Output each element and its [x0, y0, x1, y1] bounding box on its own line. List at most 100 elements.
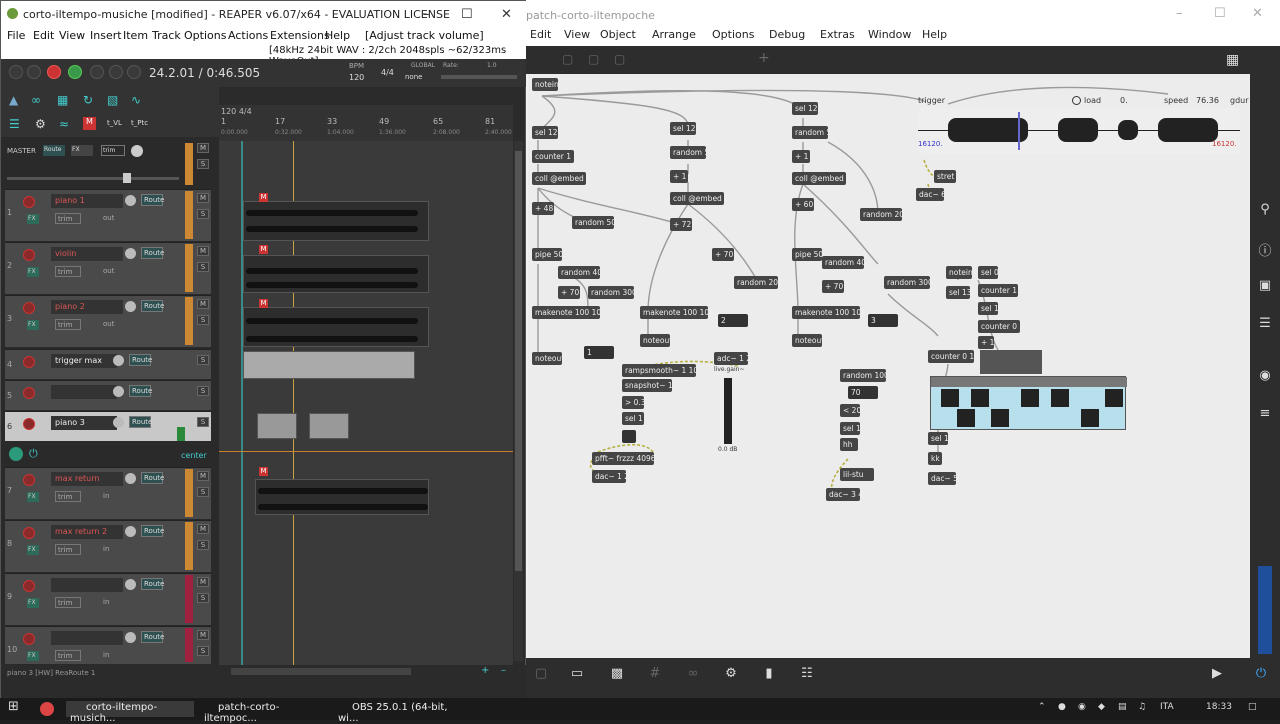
output-label[interactable]: out — [103, 267, 114, 275]
track-row[interactable]: 7 max return Route FX trim in — [5, 467, 211, 519]
audio-play-icon[interactable]: ▶ — [1208, 666, 1226, 684]
mute-button[interactable]: M — [197, 246, 209, 256]
route-button[interactable]: Route — [129, 385, 152, 397]
step-cell[interactable] — [941, 389, 959, 407]
windows-start-icon[interactable]: ⊞ — [8, 699, 19, 714]
fx-button[interactable]: FX — [27, 598, 39, 608]
number-box[interactable]: 70 — [848, 386, 878, 399]
trim-button[interactable]: trim — [55, 544, 81, 555]
shield-icon[interactable]: ◆ — [1098, 702, 1105, 712]
max-object[interactable]: random 300 — [588, 286, 637, 299]
meter-icon[interactable]: ▧ — [107, 93, 118, 107]
route-button[interactable]: Route — [141, 472, 164, 484]
max-object[interactable]: coll @embed 1 — [670, 192, 729, 205]
record-arm-button[interactable] — [23, 302, 35, 314]
wrench-icon[interactable]: ⚙ — [722, 666, 740, 684]
volume-knob[interactable] — [125, 632, 136, 643]
matrix-grid[interactable] — [980, 350, 1042, 374]
record-arm-button[interactable] — [23, 196, 35, 208]
bpm-value[interactable]: 120 — [349, 73, 364, 82]
fx-button[interactable]: FX — [27, 651, 39, 661]
max-object[interactable]: counter 1 5 — [532, 150, 578, 163]
record-arm-button[interactable] — [23, 474, 35, 486]
wave-icon[interactable]: ≈ — [59, 117, 69, 131]
record-arm-button[interactable] — [23, 387, 35, 399]
envelope-icon[interactable]: ∿ — [131, 93, 141, 107]
route-button[interactable]: Route — [141, 525, 164, 537]
track-name[interactable]: violin — [51, 247, 123, 261]
menu-options[interactable]: Options — [712, 28, 754, 41]
trim-button[interactable]: trim — [55, 266, 81, 277]
solo-button[interactable]: S — [197, 262, 209, 272]
search-icon[interactable]: ⚲ — [1257, 202, 1273, 218]
step-cell[interactable] — [1051, 389, 1069, 407]
max-object[interactable]: random 20 — [860, 208, 904, 221]
max-object[interactable]: dac~ 1 2 — [592, 470, 629, 483]
volume-icon[interactable]: ♫ — [1138, 702, 1146, 712]
max-object[interactable]: makenote 100 100 — [532, 306, 606, 319]
max-object[interactable]: makenote 100 100 — [792, 306, 866, 319]
gear-icon[interactable]: ⚙ — [35, 117, 46, 131]
solo-button[interactable]: S — [197, 593, 209, 603]
max-object[interactable]: stret — [934, 170, 956, 183]
menu-actions[interactable]: Actions — [228, 29, 268, 42]
solo-button[interactable]: S — [197, 646, 209, 656]
max-object[interactable]: hh — [840, 438, 858, 451]
repeat-icon[interactable] — [90, 65, 104, 79]
fx-button[interactable]: FX — [27, 492, 39, 502]
connect-icon[interactable]: ∞ — [684, 666, 702, 684]
mute-badge[interactable]: M — [259, 299, 268, 308]
max-object[interactable]: noteout — [640, 334, 672, 347]
master-volume-knob[interactable] — [131, 145, 143, 157]
record-arm-button[interactable] — [23, 633, 35, 645]
track-name[interactable] — [51, 385, 117, 399]
trim-button[interactable]: trim — [55, 650, 81, 661]
max-object[interactable]: random 50 — [572, 216, 616, 229]
presentation-icon[interactable]: ▭ — [568, 666, 586, 684]
master-mute-button[interactable]: M — [197, 143, 209, 153]
max-object[interactable]: + 70 — [558, 286, 580, 299]
go-to-end-icon[interactable] — [27, 65, 41, 79]
volume-knob[interactable] — [125, 526, 136, 537]
tracks-icon[interactable]: ☰ — [9, 117, 20, 131]
solo-button[interactable]: S — [197, 540, 209, 550]
record-icon[interactable] — [47, 65, 61, 79]
keypad-icon[interactable]: ☷ — [798, 666, 816, 684]
max-object[interactable]: noteout — [532, 352, 564, 365]
number-box[interactable]: 0. — [1120, 96, 1128, 105]
max-object[interactable]: + 1 — [978, 336, 994, 349]
inspector-icon[interactable]: ▣ — [1257, 278, 1273, 294]
grid-icon[interactable]: ▦ — [57, 93, 68, 107]
track-name[interactable]: trigger max — [51, 354, 117, 368]
stop-icon[interactable] — [109, 65, 123, 79]
grid-icon[interactable]: # — [646, 666, 664, 684]
volume-knob[interactable] — [113, 355, 124, 366]
maximize-icon[interactable]: ☐ — [461, 7, 473, 22]
link-icon[interactable]: ∞ — [31, 93, 41, 107]
track-name[interactable]: piano 3 — [51, 416, 117, 430]
track-row[interactable]: 9 Route FX trim in — [5, 573, 211, 625]
rate-slider[interactable] — [441, 75, 517, 79]
tray-chevron-icon[interactable]: ⌃ — [1038, 702, 1046, 712]
max-object[interactable]: + 1 — [670, 170, 688, 183]
microphone-icon[interactable]: ● — [1058, 702, 1066, 712]
list-icon[interactable]: ☰ — [1257, 316, 1273, 332]
max-object[interactable]: sel 1 — [978, 302, 999, 315]
max-object[interactable]: > 0.3 — [622, 396, 646, 409]
max-object[interactable]: sel 12 — [792, 102, 818, 115]
max-object[interactable]: sel 12 — [532, 126, 558, 139]
max-object[interactable]: lil-stu — [840, 468, 874, 481]
record-arm-button[interactable] — [23, 356, 35, 368]
grid-icon[interactable]: ▦ — [1226, 52, 1239, 68]
step-cell[interactable] — [957, 409, 975, 427]
solo-button[interactable]: S — [197, 417, 209, 427]
volume-knob[interactable] — [113, 417, 124, 428]
network-icon[interactable]: ▤ — [1118, 702, 1127, 712]
track-name[interactable]: piano 1 — [51, 194, 123, 208]
max-object[interactable]: < 20 — [840, 404, 861, 417]
number-box[interactable]: 2 — [718, 314, 748, 327]
route-button[interactable]: Route — [129, 416, 152, 428]
menu-extensions[interactable]: Extensions — [270, 29, 330, 42]
audio-clip[interactable] — [243, 201, 429, 241]
volume-knob[interactable] — [113, 386, 124, 397]
